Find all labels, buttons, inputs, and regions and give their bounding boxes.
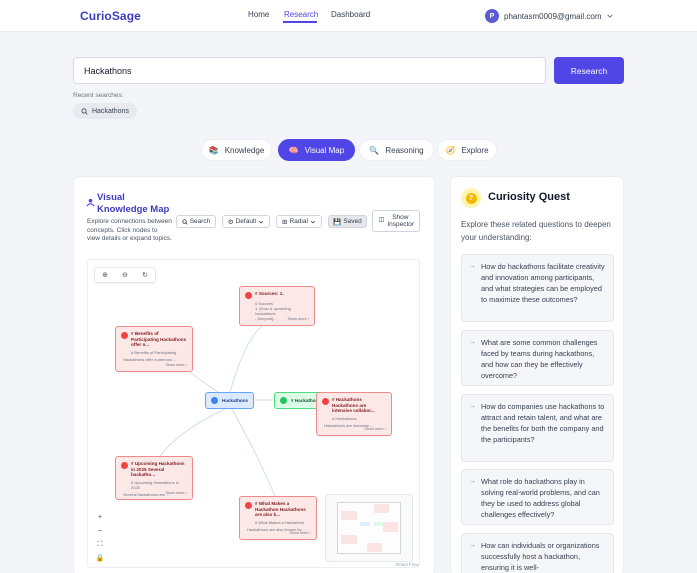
node-icon xyxy=(211,397,218,404)
node-show-more[interactable]: Show more › xyxy=(165,363,187,367)
quest-question[interactable]: → What role do hackathons play in solvin… xyxy=(461,469,614,525)
quest-question[interactable]: → How can individuals or organizations s… xyxy=(461,533,614,573)
node-subtitle: # Benefits of Participating xyxy=(131,349,177,355)
edge xyxy=(231,408,276,497)
quest-question[interactable]: → How do companies use hackathons to att… xyxy=(461,394,614,462)
node-show-more[interactable]: Show more › xyxy=(287,317,309,321)
node-icon xyxy=(121,461,128,469)
question-badge: ? xyxy=(461,188,481,208)
arrow-right-icon: → xyxy=(469,542,476,549)
node-subtitle: # What Makes a Hackathon xyxy=(255,519,305,525)
lock-icon[interactable]: 🔒 xyxy=(96,554,105,563)
fit-view-icon[interactable]: ⛶ xyxy=(98,540,103,549)
zoom-controls: ⊕ ⊖ ↻ xyxy=(94,267,156,283)
arrow-right-icon: → xyxy=(469,339,476,346)
curiosity-quest-description: Explore these related questions to deepe… xyxy=(461,220,611,242)
node-icon xyxy=(245,501,252,509)
node-subtitle: # Hackathons xyxy=(332,415,357,421)
edge xyxy=(229,325,263,393)
arrow-right-icon: → xyxy=(469,478,476,485)
node-show-more[interactable]: Show more › xyxy=(289,531,311,535)
node-icon xyxy=(322,397,329,405)
minus-icon[interactable]: − xyxy=(98,527,102,536)
flow-side-controls: + − ⛶ 🔒 xyxy=(94,513,106,563)
node-upcoming[interactable]: # Upcoming Hackathons in 2025 Several ha… xyxy=(115,456,193,500)
zoom-out-icon[interactable]: ⊖ xyxy=(122,271,128,279)
node-title: # Upcoming Hackathons in 2025 Several ha… xyxy=(131,461,185,477)
node-what-makes[interactable]: # What Makes a Hackathon Hackathons are … xyxy=(239,496,317,540)
plus-icon[interactable]: + xyxy=(98,513,102,522)
quest-question-text: What are some common challenges faced by… xyxy=(481,338,598,380)
node-icon xyxy=(280,397,287,404)
quest-question[interactable]: → How do hackathons facilitate creativit… xyxy=(461,254,614,322)
node-hackathons-green[interactable]: # Hackathons xyxy=(274,392,322,409)
node-show-more[interactable]: Show more › xyxy=(165,491,187,495)
node-benefits[interactable]: # Benefits of Participating Hackathons o… xyxy=(115,326,193,372)
node-show-more[interactable]: Show more › xyxy=(364,427,386,431)
minimap-viewport[interactable] xyxy=(337,502,401,554)
quest-question-text: How do hackathons facilitate creativity … xyxy=(481,262,605,304)
arrow-right-icon: → xyxy=(469,263,476,270)
node-title: # Hackathons Hackathons are intensive co… xyxy=(332,397,375,413)
node-intensive[interactable]: # Hackathons Hackathons are intensive co… xyxy=(316,392,392,436)
node-body: Hackathons offer numerous ... xyxy=(123,356,177,362)
node-title: # Sources: 1. xyxy=(255,291,284,296)
arrow-right-icon: → xyxy=(469,403,476,410)
node-subtitle: # Upcoming Hackathons in 2025 xyxy=(131,479,179,490)
node-hackathons-center[interactable]: Hackathons xyxy=(205,392,254,409)
quest-question-text: How can individuals or organizations suc… xyxy=(481,541,600,572)
question-icon: ? xyxy=(465,192,477,204)
quest-question-text: What role do hackathons play in solving … xyxy=(481,477,600,519)
node-icon xyxy=(121,331,128,339)
edge xyxy=(189,371,219,393)
curiosity-quest-title: Curiosity Quest xyxy=(488,191,570,203)
react-flow-credit[interactable]: React Flow xyxy=(396,562,419,567)
node-title: # What Makes a Hackathon Hackathons are … xyxy=(255,501,306,517)
zoom-in-icon[interactable]: ⊕ xyxy=(102,271,108,279)
quest-question-text: How do companies use hackathons to attra… xyxy=(481,402,605,444)
node-icon xyxy=(245,291,252,299)
node-title: Hackathons xyxy=(222,398,249,403)
node-title: # Benefits of Participating Hackathons o… xyxy=(131,331,187,347)
reset-view-icon[interactable]: ↻ xyxy=(142,271,148,279)
edge xyxy=(159,408,226,457)
node-sources[interactable]: # Sources: 1. # Sources 1. [How & upcomi… xyxy=(239,286,315,326)
quest-question[interactable]: → What are some common challenges faced … xyxy=(461,330,614,386)
